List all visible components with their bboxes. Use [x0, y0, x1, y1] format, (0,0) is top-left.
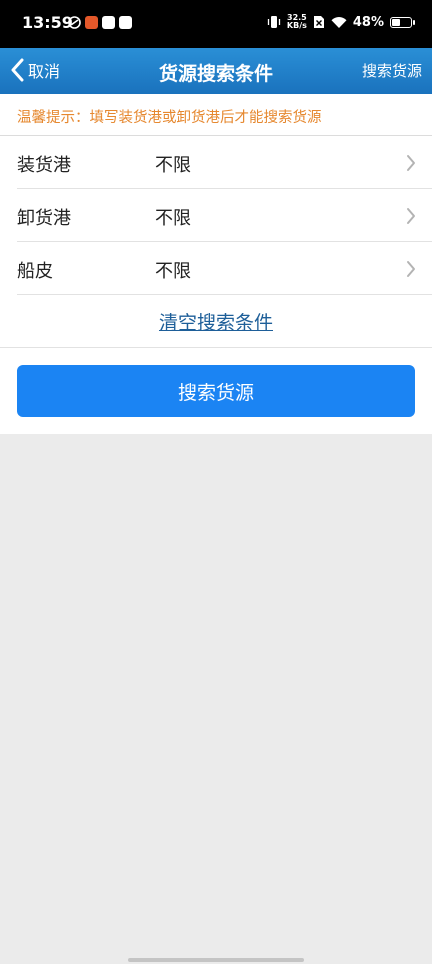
- row-value: 不限: [155, 208, 191, 229]
- search-form: 装货港 不限 卸货港 不限 船皮 不限 清空搜索条件 搜索货源: [0, 136, 432, 434]
- battery-fill: [392, 18, 400, 26]
- battery-percent: 48%: [352, 14, 384, 30]
- net-speed-unit: KB/s: [286, 21, 307, 30]
- battery-icon: [390, 16, 415, 28]
- tip-banner: 温馨提示：填写装货港或卸货港后才能搜索货源: [0, 94, 432, 136]
- row-label: 卸货港: [17, 208, 71, 229]
- row-label: 船皮: [17, 261, 53, 282]
- net-speed: 32.5 KB/s: [287, 14, 307, 30]
- status-time: 13:59: [22, 13, 73, 32]
- calendar-notification-icon: [119, 16, 132, 29]
- no-sim-icon: [313, 16, 324, 28]
- row-value: 不限: [155, 261, 191, 282]
- search-cargo-button-label: 搜索货源: [177, 382, 254, 404]
- search-cargo-button[interactable]: 搜索货源: [17, 365, 415, 417]
- chevron-right-icon: [407, 261, 415, 277]
- search-cargo-nav-button[interactable]: 搜索货源: [362, 60, 422, 81]
- notification-icons: [68, 16, 132, 29]
- status-right: 32.5 KB/s 48%: [267, 14, 415, 30]
- row-label: 装货港: [17, 155, 71, 176]
- cancel-label: 取消: [28, 62, 61, 81]
- ship-type-row[interactable]: 船皮 不限: [17, 242, 432, 295]
- clear-conditions-link[interactable]: 清空搜索条件: [159, 308, 273, 335]
- chevron-right-icon: [407, 155, 415, 171]
- screen: 13:59 32.5 KB/s 48% 取消 货源搜索条件 搜索货源 温馨提示：…: [0, 0, 432, 964]
- mail-notification-icon: [102, 16, 115, 29]
- wifi-icon: [331, 16, 347, 28]
- sync-icon: [68, 16, 81, 29]
- discharge-port-row[interactable]: 卸货港 不限: [17, 189, 432, 242]
- vibrate-icon: [267, 16, 281, 28]
- home-indicator[interactable]: [128, 958, 304, 962]
- status-bar: 13:59 32.5 KB/s 48%: [0, 0, 432, 48]
- chevron-right-icon: [407, 208, 415, 224]
- tip-text: 温馨提示：填写装货港或卸货港后才能搜索货源: [17, 110, 322, 126]
- chevron-left-icon: [11, 58, 24, 82]
- row-value: 不限: [155, 155, 191, 176]
- loading-port-row[interactable]: 装货港 不限: [17, 136, 432, 189]
- clear-conditions-row: 清空搜索条件: [0, 295, 432, 348]
- nav-bar: 取消 货源搜索条件 搜索货源: [0, 48, 432, 94]
- app-notification-icon: [85, 16, 98, 29]
- cancel-button[interactable]: 取消: [10, 58, 60, 82]
